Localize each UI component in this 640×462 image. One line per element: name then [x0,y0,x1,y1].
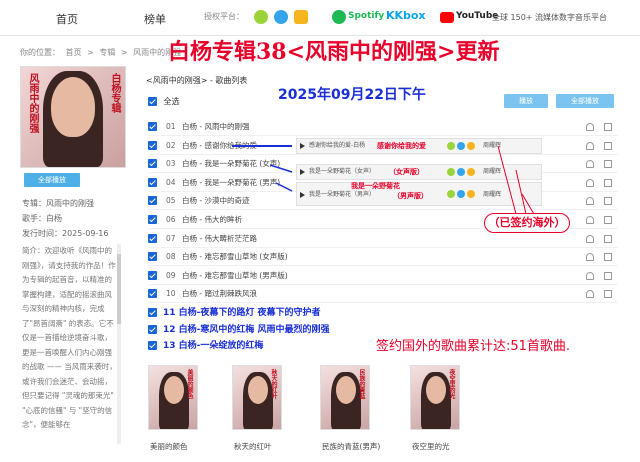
signed-total: 签约国外的歌曲累计达:51首歌曲. [376,339,571,354]
signed-overseas-badge: （已签约海外） [484,213,570,233]
album-caption[interactable]: 民族的青蓝(男声) [322,441,380,452]
album-face [426,376,446,404]
album-face [336,376,356,404]
album-cover-text: 夜空里的光 [448,369,455,399]
album-face [164,376,184,404]
album-thumbnail[interactable]: 民族的青蓝 [320,365,370,430]
album-thumbnail[interactable]: 夜空里的光 [410,365,460,430]
album-caption[interactable]: 秋天的红叶 [234,441,272,452]
album-thumbnail[interactable]: 秋天的红叶 [232,365,282,430]
album-cover-text: 民族的青蓝 [358,369,365,399]
album-cover-text: 秋天的红叶 [270,369,277,399]
album-cover-text: 美丽的颜色 [186,369,193,399]
album-caption[interactable]: 美丽的颜色 [150,441,188,452]
album-face [248,376,268,404]
album-thumbnail[interactable]: 美丽的颜色 [148,365,198,430]
album-caption[interactable]: 夜空里的光 [412,441,450,452]
